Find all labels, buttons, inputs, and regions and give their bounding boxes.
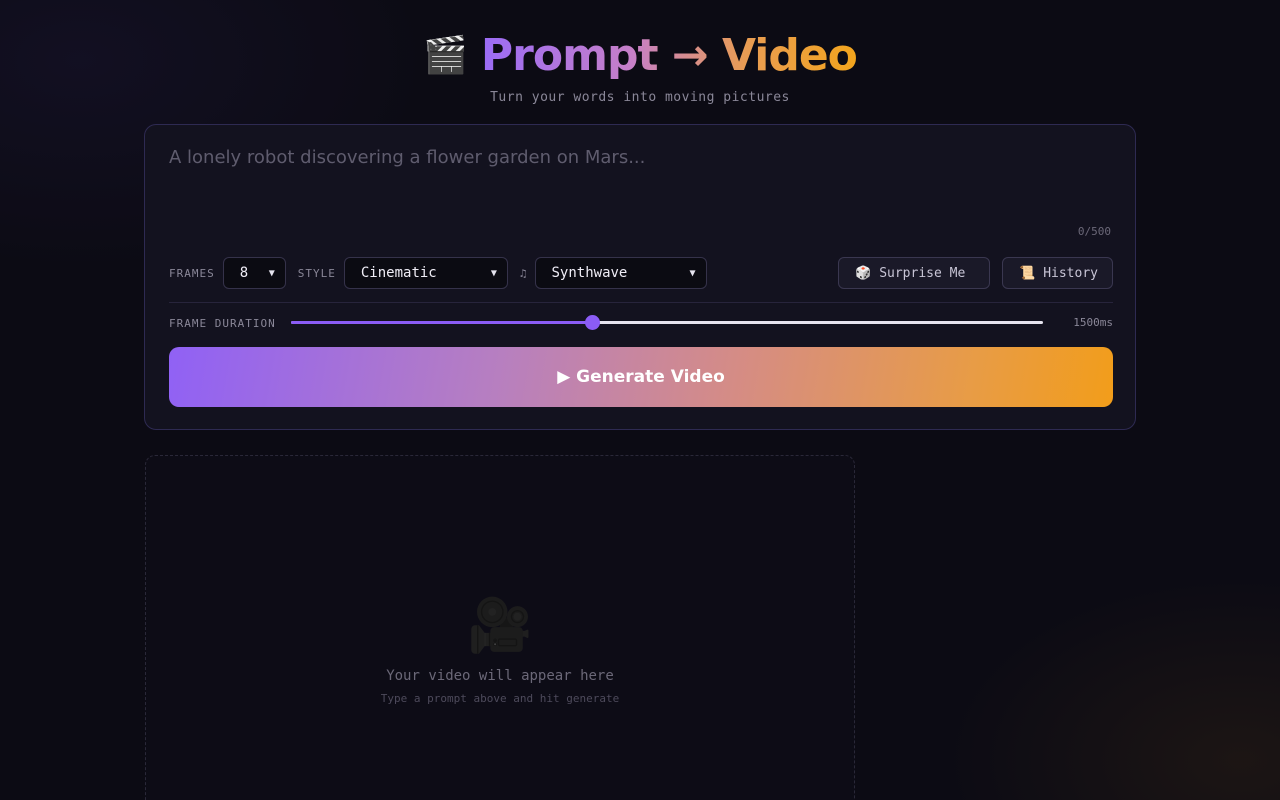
frame-duration-value: 1500ms bbox=[1073, 316, 1113, 329]
surprise-me-button[interactable]: 🎲 Surprise Me bbox=[838, 257, 990, 289]
generate-video-button[interactable]: ▶ Generate Video bbox=[169, 347, 1113, 407]
clapperboard-icon: 🎬 bbox=[423, 35, 468, 76]
prompt-panel: 0/500 FRAMES 8 ▼ STYLE Cinematic ▼ ♫ Syn… bbox=[144, 124, 1136, 430]
page-title-text: Prompt → Video bbox=[481, 28, 858, 84]
app-header: 🎬 Prompt → Video Turn your words into mo… bbox=[0, 28, 1280, 105]
music-select-value: Synthwave bbox=[551, 265, 628, 281]
frame-duration-row: FRAME DURATION 1500ms bbox=[169, 313, 1113, 333]
page-title: 🎬 Prompt → Video bbox=[423, 28, 858, 84]
frames-label: FRAMES bbox=[169, 266, 215, 280]
frame-duration-label: FRAME DURATION bbox=[169, 316, 276, 330]
empty-state: 🎥 Your video will appear here Type a pro… bbox=[146, 596, 854, 705]
divider bbox=[169, 302, 1113, 303]
style-select[interactable]: Cinematic ▼ bbox=[343, 257, 508, 289]
movie-camera-icon: 🎥 bbox=[467, 596, 533, 656]
page-subtitle: Turn your words into moving pictures bbox=[490, 90, 790, 105]
music-note-icon: ♫ bbox=[519, 266, 527, 280]
char-count: 0/500 bbox=[1077, 225, 1111, 238]
slider-thumb[interactable] bbox=[584, 315, 600, 330]
history-button[interactable]: 📜 History bbox=[1002, 257, 1113, 289]
dice-icon: 🎲 bbox=[855, 265, 872, 281]
surprise-me-label: Surprise Me bbox=[879, 265, 966, 281]
empty-state-title: Your video will appear here bbox=[386, 668, 614, 684]
generate-video-label: ▶ Generate Video bbox=[557, 367, 725, 387]
prompt-input[interactable] bbox=[169, 147, 1113, 227]
slider-fill bbox=[291, 321, 592, 324]
chevron-down-icon: ▼ bbox=[268, 267, 275, 279]
frames-select[interactable]: 8 ▼ bbox=[222, 257, 286, 289]
history-label: History bbox=[1043, 265, 1098, 281]
empty-state-subtitle: Type a prompt above and hit generate bbox=[380, 692, 620, 705]
frame-duration-slider[interactable] bbox=[291, 315, 1043, 330]
scroll-icon: 📜 bbox=[1019, 265, 1036, 281]
chevron-down-icon: ▼ bbox=[689, 267, 696, 279]
controls-row: FRAMES 8 ▼ STYLE Cinematic ▼ ♫ Synthwave… bbox=[169, 257, 1113, 289]
music-select[interactable]: Synthwave ▼ bbox=[534, 257, 707, 289]
frames-select-value: 8 bbox=[239, 265, 249, 281]
style-select-value: Cinematic bbox=[360, 265, 437, 281]
style-label: STYLE bbox=[297, 266, 336, 280]
video-preview: 🎥 Your video will appear here Type a pro… bbox=[145, 455, 855, 800]
chevron-down-icon: ▼ bbox=[490, 267, 497, 279]
